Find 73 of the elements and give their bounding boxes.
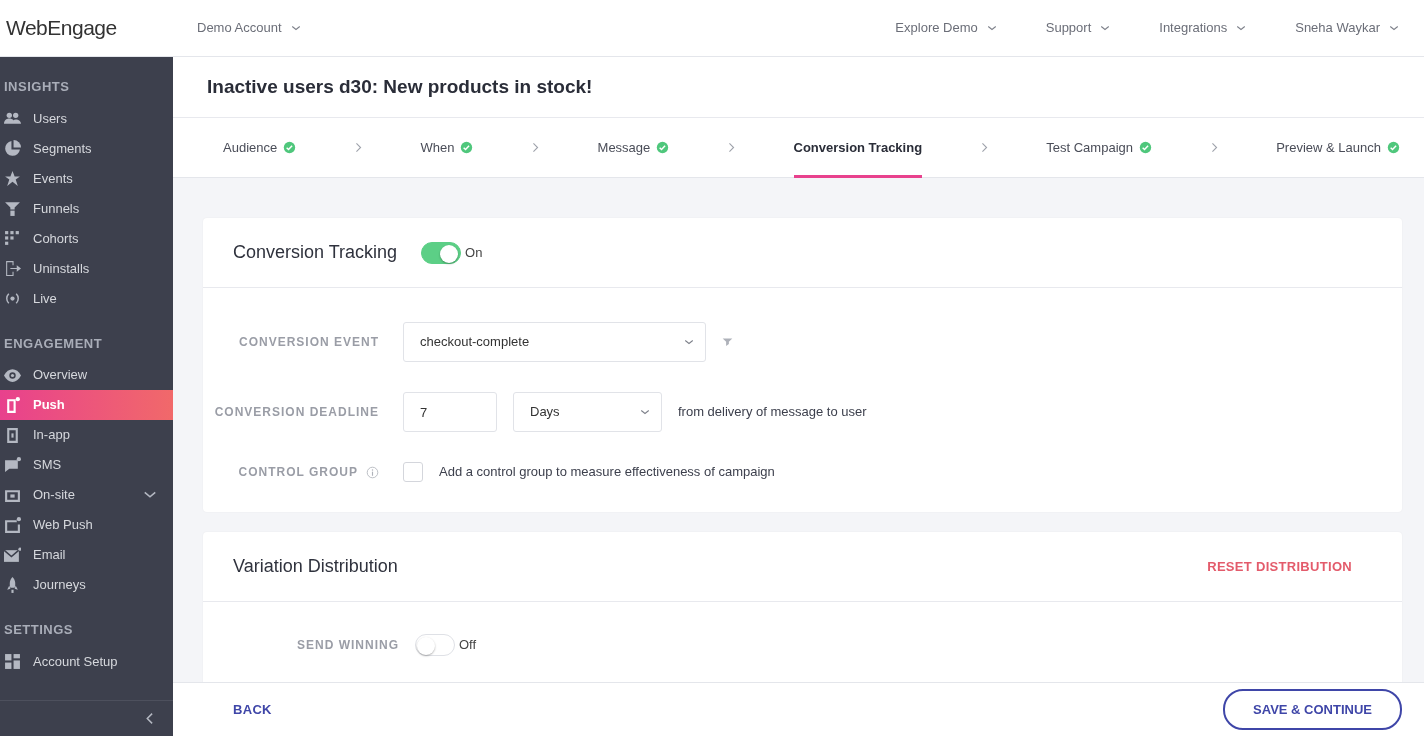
section-heading: SETTINGS: [3, 621, 74, 639]
step-tab[interactable]: When: [420, 117, 474, 178]
nav-icon: [4, 653, 21, 670]
nav-icon: [4, 110, 21, 127]
nav-icon: [4, 260, 21, 277]
info-icon: [366, 465, 379, 479]
menu-dropdown[interactable]: Explore Demo: [895, 18, 998, 38]
step-tab[interactable]: Message: [597, 117, 670, 178]
field-label: CONTROL GROUP: [238, 464, 358, 481]
nav-icon: [4, 546, 21, 564]
logo: WebEngage: [5, 15, 118, 42]
nav-icon: [4, 576, 21, 594]
sidebar-item[interactable]: Funnels: [0, 193, 173, 224]
nav-icon: [4, 140, 21, 157]
nav-icon: [4, 366, 21, 384]
check-icon: [283, 141, 297, 154]
check-icon: [656, 141, 670, 154]
checkbox-label: Add a control group to measure effectiveness of campaign: [439, 463, 775, 482]
helper-text: from delivery of message to user: [678, 403, 867, 422]
check-icon: [1139, 141, 1152, 154]
sidebar-item[interactable]: Web Push: [0, 510, 173, 540]
card-title: Conversion Tracking: [233, 241, 398, 264]
nav-icon: [4, 516, 21, 534]
sidebar-item[interactable]: Push: [0, 390, 173, 420]
checkbox[interactable]: [403, 462, 423, 482]
event-select[interactable]: checkout-complete: [403, 322, 706, 362]
field-label: SEND WINNING: [296, 637, 400, 654]
save-button[interactable]: SAVE & CONTINUE: [1223, 688, 1402, 731]
check-icon: [1386, 141, 1400, 154]
sidebar-item[interactable]: SMS: [0, 450, 173, 480]
step-tab[interactable]: Preview & Launch: [1276, 117, 1400, 178]
sidebar-item[interactable]: Segments: [0, 133, 173, 164]
sidebar-item[interactable]: Journeys: [0, 570, 173, 600]
sidebar-item[interactable]: Uninstalls: [0, 253, 173, 284]
section-heading: ENGAGEMENT: [3, 334, 104, 353]
toggle-label: On: [465, 243, 483, 262]
nav-icon: [4, 200, 21, 217]
nav-icon: [4, 426, 21, 444]
step-tab[interactable]: Audience: [223, 117, 297, 178]
sidebar-item[interactable]: Live: [0, 283, 173, 314]
unit-select[interactable]: Days: [513, 392, 662, 432]
nav-icon: [4, 170, 21, 187]
toggle-switch[interactable]: [415, 634, 455, 656]
menu-dropdown[interactable]: Sneha Waykar: [1295, 18, 1400, 38]
step-tab[interactable]: Conversion Tracking: [793, 117, 923, 178]
toggle-switch[interactable]: [421, 241, 462, 264]
account-dropdown[interactable]: Demo Account: [197, 18, 302, 38]
back-link[interactable]: BACK: [233, 699, 272, 720]
menu-dropdown[interactable]: Integrations: [1159, 18, 1248, 38]
sidebar-item[interactable]: Cohorts: [0, 223, 173, 254]
nav-icon: [4, 396, 21, 414]
nav-icon: [4, 290, 21, 307]
sidebar-item[interactable]: Events: [0, 163, 173, 194]
number-input[interactable]: 7: [403, 392, 497, 432]
filter-icon[interactable]: [722, 336, 733, 348]
card-title: Variation Distribution: [233, 555, 398, 578]
check-icon: [460, 141, 474, 154]
section-heading: INSIGHTS: [3, 78, 71, 96]
sidebar-item[interactable]: Users: [0, 103, 173, 134]
sidebar-item[interactable]: Email: [0, 540, 173, 570]
step-tab[interactable]: Test Campaign: [1046, 117, 1152, 178]
reset-link[interactable]: RESET DISTRIBUTION: [1207, 556, 1352, 577]
nav-icon: [4, 456, 21, 474]
sidebar-item[interactable]: Account Setup: [0, 646, 173, 677]
sidebar-item[interactable]: Overview: [0, 360, 173, 390]
page-title: Inactive users d30: New products in stock!: [173, 57, 1424, 118]
nav-icon: [4, 230, 21, 247]
field-label: CONVERSION EVENT: [237, 334, 380, 351]
toggle-label: Off: [459, 636, 477, 655]
field-label: CONVERSION DEADLINE: [213, 404, 380, 421]
menu-dropdown[interactable]: Support: [1045, 18, 1112, 38]
sidebar-item[interactable]: In-app: [0, 420, 173, 450]
sidebar-item[interactable]: On-site: [0, 480, 173, 510]
